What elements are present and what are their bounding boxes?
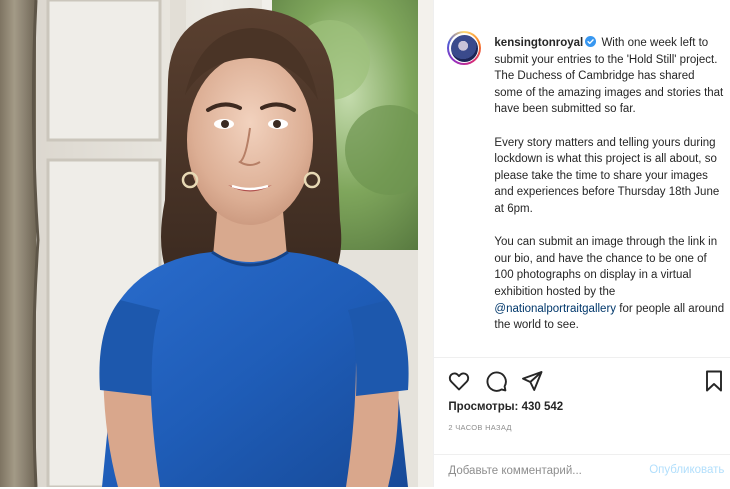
caption-text-2: Every story matters and telling yours du…	[494, 136, 720, 215]
publish-button[interactable]: Опубликовать	[649, 464, 724, 476]
post-timestamp[interactable]: 2 часов назад	[448, 423, 511, 432]
caption-area: kensingtonroyal With one week left to su…	[434, 0, 730, 357]
views-value: 430 542	[521, 401, 564, 413]
like-button[interactable]	[447, 369, 471, 393]
comment-input[interactable]	[448, 461, 634, 481]
avatar-ring	[449, 33, 480, 63]
comment-icon	[486, 371, 508, 392]
caption-paragraph-2: Every story matters and telling yours du…	[494, 135, 724, 218]
verified-icon	[585, 36, 597, 47]
save-button[interactable]	[702, 369, 726, 393]
add-comment-row: Опубликовать	[434, 454, 730, 489]
heart-icon	[449, 372, 470, 391]
views-label: Просмотры:	[448, 401, 519, 413]
video-still	[0, 0, 434, 487]
caption-paragraph-3: You can submit an image through the link…	[494, 234, 724, 334]
avatar-image	[450, 34, 478, 62]
avatar[interactable]	[447, 31, 482, 65]
caption-paragraph-1: kensingtonroyal With one week left to su…	[494, 35, 724, 118]
bookmark-icon	[706, 370, 723, 392]
video-frame[interactable]	[0, 0, 434, 487]
share-icon	[522, 371, 543, 391]
instagram-post: kensingtonroyal With one week left to su…	[0, 0, 730, 487]
post-caption: kensingtonroyal With one week left to su…	[494, 35, 724, 350]
username-link[interactable]: kensingtonroyal	[494, 37, 583, 49]
caption-text-3: You can submit an image through the link…	[494, 236, 718, 298]
post-side-panel: kensingtonroyal With one week left to su…	[433, 0, 730, 487]
comment-button[interactable]	[484, 369, 508, 393]
mention-link[interactable]: @nationalportraitgallery	[494, 303, 616, 315]
post-actions: Просмотры: 430 542 2 часов назад Опублик…	[434, 357, 730, 488]
share-button[interactable]	[520, 369, 544, 393]
view-count: Просмотры: 430 542	[448, 401, 563, 413]
